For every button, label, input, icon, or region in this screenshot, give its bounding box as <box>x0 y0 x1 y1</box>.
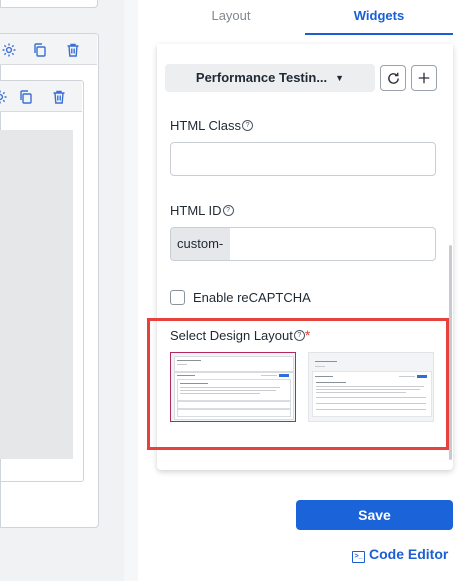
card-scrollbar[interactable] <box>449 245 452 460</box>
code-editor-link[interactable]: >_ Code Editor <box>352 546 448 563</box>
html-class-label: HTML Class? <box>170 118 254 133</box>
html-id-label-text: HTML ID <box>170 203 222 218</box>
html-id-label: HTML ID? <box>170 203 234 218</box>
design-layout-option-2[interactable] <box>308 352 434 422</box>
copy-icon[interactable] <box>32 42 48 58</box>
design-layout-option-1[interactable] <box>170 352 296 422</box>
html-class-label-text: HTML Class <box>170 118 242 133</box>
trash-icon[interactable] <box>65 42 81 58</box>
panel-divider <box>124 0 138 581</box>
add-button[interactable] <box>411 65 437 91</box>
html-id-input[interactable] <box>230 228 435 260</box>
trash-icon[interactable] <box>51 89 67 105</box>
recaptcha-checkbox[interactable] <box>170 290 185 305</box>
inner-block-toolbar <box>0 81 82 112</box>
help-icon[interactable]: ? <box>242 120 254 131</box>
copy-icon[interactable] <box>18 89 34 105</box>
canvas-placeholder-area <box>0 130 73 459</box>
html-id-prefix: custom- <box>171 228 230 260</box>
widget-select-dropdown[interactable]: Performance Testin... ▼ <box>165 64 375 92</box>
code-editor-label: Code Editor <box>369 546 449 562</box>
tab-layout[interactable]: Layout <box>157 0 305 35</box>
gear-icon[interactable] <box>1 42 17 58</box>
refresh-button[interactable] <box>380 65 406 91</box>
refresh-icon <box>387 72 399 84</box>
tab-widgets[interactable]: Widgets <box>305 0 453 35</box>
terminal-icon: >_ <box>352 551 365 563</box>
recaptcha-label[interactable]: Enable reCAPTCHA <box>193 290 311 305</box>
html-id-field[interactable]: custom- <box>170 227 436 261</box>
html-class-input[interactable] <box>170 142 436 176</box>
caret-down-icon: ▼ <box>335 73 345 83</box>
gear-icon[interactable] <box>0 89 8 105</box>
help-icon[interactable]: ? <box>222 205 234 216</box>
save-button[interactable]: Save <box>296 500 453 530</box>
canvas-block-top <box>0 0 98 8</box>
plus-icon <box>418 72 430 84</box>
widget-select-value: Performance Testin... <box>195 70 328 85</box>
